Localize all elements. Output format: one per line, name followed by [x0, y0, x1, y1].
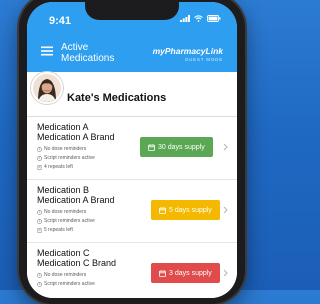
dose-reminder-status: No dose reminders: [37, 272, 86, 278]
phone-frame: 9:41 Active Medications myPharmacyLink G…: [19, 0, 245, 304]
script-reminder-status: Script reminders active: [37, 218, 95, 224]
script-reminder-status: Script reminders active: [37, 281, 95, 287]
wifi-icon: [194, 15, 203, 22]
medication-list: Medication A Medication A Brand No dose …: [27, 117, 237, 298]
phone-screen: 9:41 Active Medications myPharmacyLink G…: [27, 2, 237, 298]
medication-brand: Medication A Brand: [37, 132, 115, 142]
medication-row[interactable]: Medication A Medication A Brand No dose …: [27, 117, 237, 180]
repeats-status: 5 repeats left: [37, 227, 73, 233]
medication-name: Medication B: [37, 185, 90, 195]
supply-label: 3 days supply: [169, 269, 212, 277]
profile-header: Kate's Medications: [27, 72, 237, 117]
nav-row: Active Medications: [41, 42, 131, 64]
chevron-right-icon[interactable]: [223, 143, 228, 151]
status-time: 9:41: [49, 15, 72, 27]
brand-logo: myPharmacyLink GUEST MODE: [153, 46, 223, 62]
clock-icon: [37, 155, 42, 161]
dose-reminder-status: No dose reminders: [37, 209, 86, 215]
menu-icon[interactable]: [41, 46, 53, 56]
repeats-label: 4 repeats left: [44, 164, 73, 170]
script-reminder-label: Script reminders active: [44, 218, 95, 224]
medication-name: Medication A: [37, 122, 89, 132]
supply-label: 30 days supply: [158, 143, 205, 151]
chevron-right-icon[interactable]: [223, 206, 228, 214]
brand-subtitle: GUEST MODE: [184, 57, 223, 62]
supply-badge[interactable]: 3 days supply: [151, 263, 220, 283]
clock-icon: [37, 146, 42, 152]
dose-reminder-label: No dose reminders: [44, 209, 87, 215]
script-reminder-label: Script reminders active: [44, 281, 95, 287]
dose-reminder-label: No dose reminders: [44, 272, 87, 278]
repeats-label: 5 repeats left: [44, 227, 73, 233]
signal-icon: [180, 15, 190, 22]
medication-name: Medication C: [37, 248, 90, 258]
profile-title: Kate's Medications: [67, 92, 167, 104]
calendar-icon: [159, 269, 166, 277]
clock-icon: [37, 209, 42, 215]
repeats-status: 4 repeats left: [37, 164, 73, 170]
medication-brand: Medication A Brand: [37, 195, 115, 205]
chevron-right-icon[interactable]: [223, 269, 228, 277]
supply-badge[interactable]: 30 days supply: [140, 137, 213, 157]
dose-reminder-status: No dose reminders: [37, 146, 86, 152]
page-title: Active Medications: [61, 42, 115, 64]
supply-label: 5 days supply: [169, 206, 212, 214]
calendar-icon: [159, 206, 166, 214]
avatar-photo: [33, 74, 61, 102]
brand-name: myPharmacyLink: [152, 46, 223, 56]
document-icon: [37, 164, 42, 170]
dose-reminder-label: No dose reminders: [44, 146, 87, 152]
clock-icon: [37, 218, 42, 224]
clock-icon: [37, 281, 42, 287]
script-reminder-label: Script reminders active: [44, 155, 95, 161]
supply-badge[interactable]: 5 days supply: [151, 200, 220, 220]
battery-icon: [207, 15, 221, 22]
status-icons: [180, 15, 221, 22]
medication-row[interactable]: Medication B Medication A Brand No dose …: [27, 180, 237, 243]
avatar[interactable]: [31, 72, 63, 104]
phone-notch: [85, 2, 179, 20]
script-reminder-status: Script reminders active: [37, 155, 95, 161]
clock-icon: [37, 272, 42, 278]
medication-brand: Medication C Brand: [37, 258, 117, 268]
document-icon: [37, 227, 42, 233]
calendar-icon: [148, 143, 155, 151]
